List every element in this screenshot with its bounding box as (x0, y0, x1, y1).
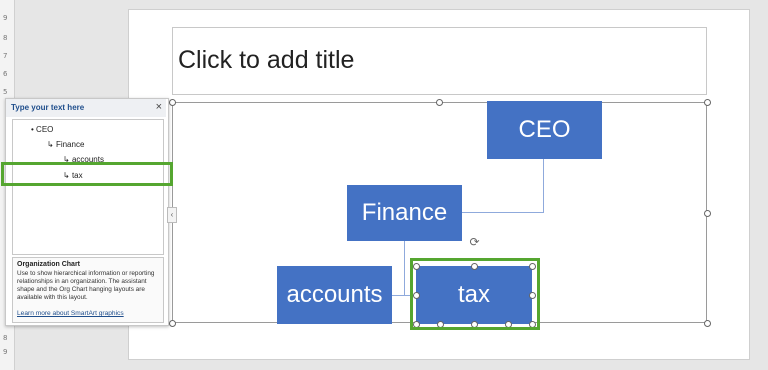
list-item[interactable]: • CEO (31, 125, 53, 134)
learn-more-link[interactable]: Learn more about SmartArt graphics (17, 310, 124, 317)
org-node-finance[interactable]: Finance (347, 185, 462, 241)
ruler-tick: 7 (3, 52, 8, 60)
ruler-tick: 6 (3, 70, 8, 78)
text-pane-title: Type your text here (11, 103, 85, 112)
bullet-icon: • (31, 125, 34, 134)
connector-line (462, 212, 544, 213)
layout-description: Organization Chart Use to show hierarchi… (12, 257, 164, 323)
connector-line (404, 241, 405, 296)
tax-row-highlight (1, 162, 173, 186)
ruler-tick: 5 (3, 88, 8, 96)
resize-handle[interactable] (169, 99, 176, 106)
layout-description-body: Use to show hierarchical information or … (17, 270, 155, 301)
resize-handle[interactable] (436, 99, 443, 106)
text-pane-header: Type your text here × (6, 99, 166, 117)
ruler-tick: 8 (3, 34, 8, 42)
list-item-label: CEO (36, 125, 54, 134)
tax-node-highlight (410, 258, 540, 330)
indent-arrow-icon: ↳ (47, 140, 54, 149)
resize-handle[interactable] (704, 210, 711, 217)
list-item[interactable]: ↳ Finance (47, 140, 84, 149)
resize-handle[interactable] (704, 99, 711, 106)
resize-handle[interactable] (704, 320, 711, 327)
close-icon[interactable]: × (156, 101, 162, 113)
org-node-accounts[interactable]: accounts (277, 266, 392, 324)
org-node-ceo[interactable]: CEO (487, 101, 602, 159)
smartart-text-pane: Type your text here × • CEO ↳ Finance ↳ … (5, 98, 169, 326)
rotate-icon[interactable]: ⟳ (468, 236, 481, 249)
title-placeholder[interactable]: Click to add title (172, 27, 707, 95)
title-placeholder-text: Click to add title (178, 46, 355, 74)
ruler-tick: 9 (3, 14, 8, 22)
text-pane-editor[interactable]: • CEO ↳ Finance ↳ accounts ↳ tax (12, 119, 164, 255)
list-item-label: Finance (55, 140, 85, 149)
text-pane-toggle[interactable]: ‹ (167, 207, 177, 223)
ruler-tick: 8 (3, 334, 8, 342)
connector-line (543, 159, 544, 213)
ruler-tick: 9 (3, 348, 8, 356)
layout-description-title: Organization Chart (17, 261, 81, 268)
resize-handle[interactable] (169, 320, 176, 327)
